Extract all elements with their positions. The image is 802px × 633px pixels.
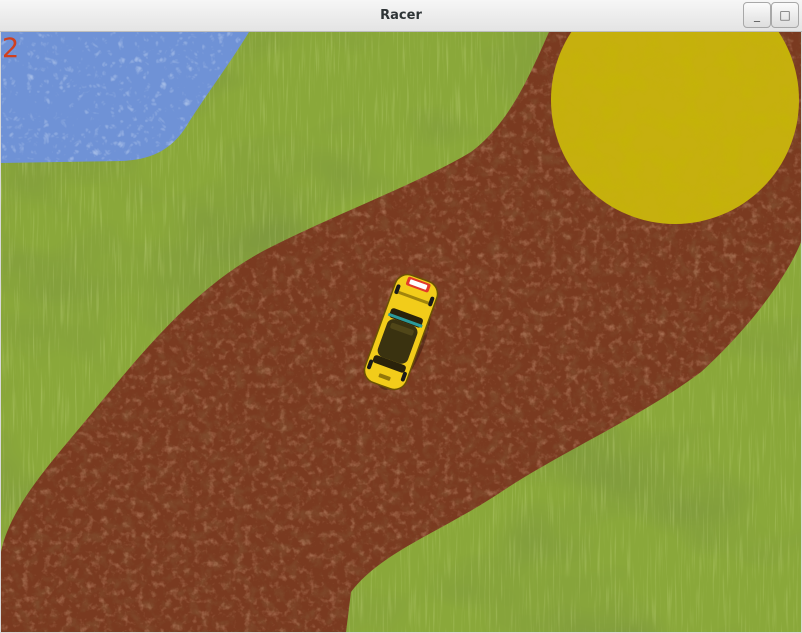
app-window: Racer _ □ 2 [0,0,802,633]
title-bar[interactable]: Racer _ □ [0,0,802,32]
maximize-icon: □ [779,8,791,22]
game-canvas[interactable]: 2 [1,32,801,632]
minimize-icon: _ [754,8,760,22]
maximize-button[interactable]: □ [771,2,799,28]
game-scene [1,32,801,632]
lap-counter: 2 [2,33,20,64]
window-title: Racer [380,8,422,23]
minimize-button[interactable]: _ [743,2,771,28]
